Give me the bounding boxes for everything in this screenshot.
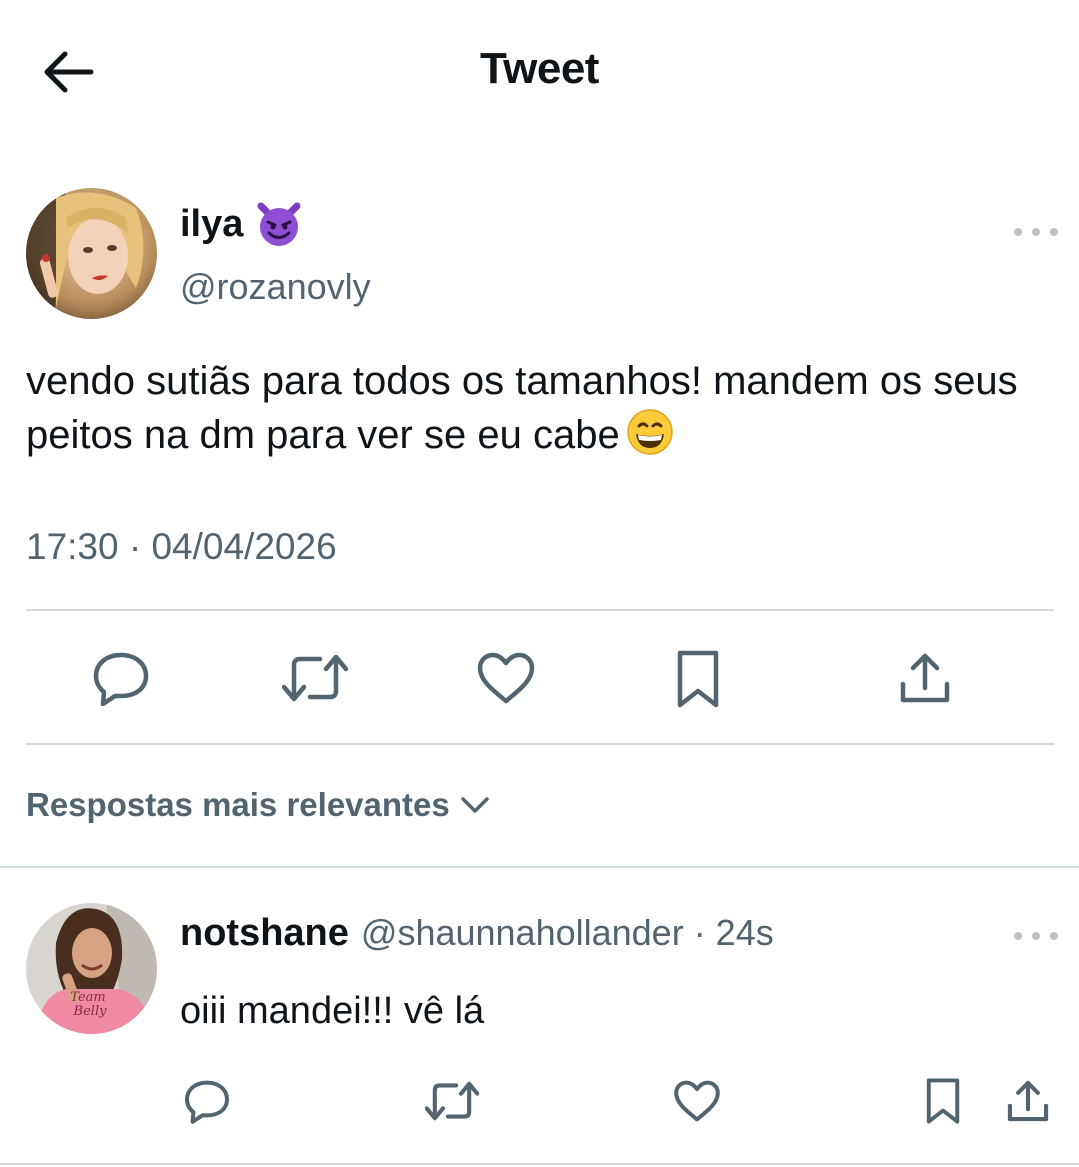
svg-text:Belly: Belly	[73, 1004, 108, 1019]
reply-more-options-button[interactable]	[1014, 926, 1058, 946]
dot	[1032, 228, 1040, 236]
dot	[1050, 932, 1058, 940]
author-avatar[interactable]	[26, 188, 157, 319]
replies-sort-dropdown[interactable]: Respostas mais relevantes	[26, 786, 490, 824]
divider	[26, 743, 1054, 745]
share-icon	[1007, 1080, 1049, 1122]
reply-icon	[93, 652, 149, 706]
bookmark-button[interactable]	[670, 648, 726, 710]
divider	[26, 609, 1054, 611]
reply-icon	[185, 1080, 229, 1124]
author-name[interactable]: ilya	[180, 200, 303, 248]
divider	[0, 1163, 1079, 1165]
more-options-button[interactable]	[1014, 222, 1058, 242]
reply-button[interactable]	[88, 648, 154, 708]
smiling-imp-emoji	[257, 202, 301, 246]
reply-reply-button[interactable]	[180, 1076, 234, 1126]
grinning-face-emoji	[626, 409, 673, 455]
reply-author-meta[interactable]: @shaunnahollander · 24s	[361, 912, 774, 954]
reply-header: notshane @shaunnahollander · 24s	[180, 912, 774, 955]
reply-author-avatar[interactable]: Team Belly	[26, 903, 157, 1034]
bookmark-icon	[677, 650, 719, 708]
author-name-text: ilya	[180, 202, 244, 245]
replies-sort-label: Respostas mais relevantes	[26, 786, 450, 823]
avatar-photo: Team Belly	[26, 903, 157, 1034]
divider	[0, 866, 1079, 868]
dot	[1050, 228, 1058, 236]
dot	[1014, 932, 1022, 940]
bookmark-icon	[926, 1078, 960, 1124]
tweet-timestamp[interactable]: 17:30 · 04/04/2026	[26, 526, 337, 568]
author-handle[interactable]: @rozanovly	[180, 266, 371, 308]
reply-retweet-button[interactable]	[422, 1076, 482, 1126]
reply-bookmark-button[interactable]	[920, 1074, 966, 1128]
share-icon	[900, 653, 950, 703]
top-bar: Tweet	[0, 0, 1079, 140]
retweet-icon	[282, 654, 348, 702]
reply-text: oiii mandei!!! vê lá	[180, 990, 485, 1032]
like-button[interactable]	[474, 648, 538, 708]
avatar-photo	[26, 188, 157, 319]
reply-author-name[interactable]: notshane	[180, 912, 349, 955]
svg-text:Team: Team	[70, 990, 105, 1005]
dot	[1032, 932, 1040, 940]
reply-like-button[interactable]	[670, 1076, 724, 1126]
tweet-text: vendo sutiãs para todos os tamanhos! man…	[26, 355, 1056, 470]
like-icon	[477, 652, 535, 704]
page-title: Tweet	[480, 44, 599, 93]
reply-share-button[interactable]	[1002, 1074, 1054, 1128]
like-icon	[674, 1080, 720, 1122]
retweet-icon	[425, 1081, 479, 1121]
dot	[1014, 228, 1022, 236]
chevron-down-icon	[460, 797, 489, 813]
share-button[interactable]	[894, 648, 956, 708]
retweet-button[interactable]	[280, 648, 350, 708]
tweet-text-body: vendo sutiãs para todos os tamanhos! man…	[26, 359, 1018, 457]
